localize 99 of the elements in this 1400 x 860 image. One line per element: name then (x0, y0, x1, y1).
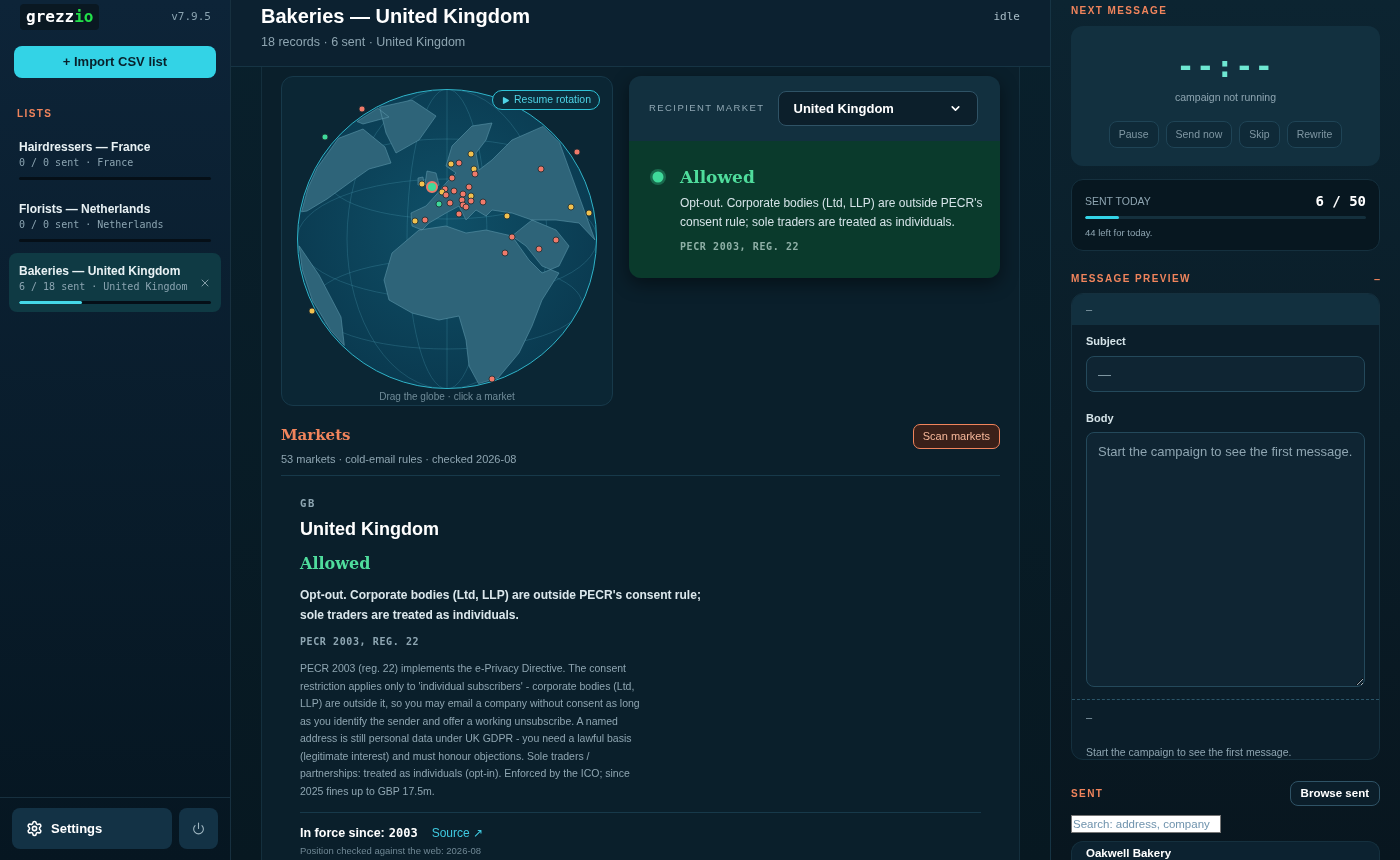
source-link[interactable]: Source ↗ (431, 825, 483, 841)
page-title: Bakeries — United Kingdom (261, 4, 530, 29)
list-name: Bakeries — United Kingdom (19, 263, 181, 279)
market-marker[interactable] (567, 203, 575, 211)
market-marker[interactable] (438, 188, 446, 196)
selected-market-marker[interactable] (426, 181, 438, 193)
sent-item-card[interactable]: Oakwell Bakery (1071, 841, 1380, 860)
next-message-heading: NEXT MESSAGE (1071, 5, 1168, 17)
market-verdict: Allowed (300, 553, 371, 575)
market-marker[interactable] (435, 200, 443, 208)
market-marker[interactable] (471, 170, 479, 178)
message-preview-heading: MESSAGE PREVIEW (1071, 273, 1191, 285)
list-name: Hairdressers — France (19, 139, 151, 155)
market-marker[interactable] (308, 307, 316, 315)
market-summary: Opt-out. Corporate bodies (Ltd, LLP) are outside PECR's consent rule; sole traders are treated as individuals. (300, 587, 702, 624)
recipient-market-label: RECIPIENT MARKET (649, 101, 765, 116)
market-marker[interactable] (358, 105, 366, 113)
market-marker[interactable] (411, 217, 419, 225)
countdown-timer: --:-- (1176, 50, 1275, 84)
market-name: United Kingdom (300, 518, 439, 540)
market-citation: PECR 2003, REG. 22 (300, 636, 420, 648)
market-marker[interactable] (535, 245, 543, 253)
list-item[interactable]: Bakeries — United Kingdom 6 / 18 sent · United Kingdom (9, 253, 221, 312)
sent-heading: SENT (1071, 787, 1104, 800)
market-marker[interactable] (455, 159, 463, 167)
market-marker[interactable] (479, 198, 487, 206)
collapse-button[interactable]: – (1373, 273, 1380, 285)
settings-icon (26, 820, 43, 837)
market-marker[interactable] (467, 197, 475, 205)
market-marker[interactable] (508, 233, 516, 241)
globe-drawing[interactable] (297, 89, 597, 389)
market-marker[interactable] (552, 236, 560, 244)
list-item[interactable]: Hairdressers — France 0 / 0 sent · France (9, 129, 221, 188)
market-marker[interactable] (537, 165, 545, 173)
browse-sent-button[interactable]: Browse sent (1289, 781, 1380, 806)
markets-title: Markets (281, 425, 351, 446)
market-select[interactable]: United Kingdom (777, 91, 978, 126)
markets-subtitle: 53 markets · cold-email rules · checked 2026-08 (281, 452, 517, 466)
market-marker[interactable] (462, 203, 470, 211)
checked-note: Position checked against the web: 2026-08 (300, 845, 482, 856)
market-marker[interactable] (459, 190, 467, 198)
subject-label: Subject (1086, 334, 1126, 348)
preview-footer-text: Start the campaign to see the first message. (1086, 745, 1292, 759)
market-marker[interactable] (488, 375, 496, 383)
globe-caption: Drag the globe · click a market (378, 391, 516, 403)
market-marker[interactable] (573, 148, 581, 156)
lists-heading: LISTS (17, 108, 53, 120)
market-marker[interactable] (321, 133, 329, 141)
market-marker[interactable] (467, 150, 475, 158)
market-marker[interactable] (446, 199, 454, 207)
market-marker[interactable] (470, 165, 478, 173)
sent-item-name: Oakwell Bakery (1086, 846, 1173, 860)
market-marker[interactable] (447, 160, 455, 168)
power-icon (192, 822, 205, 835)
logo: grezzio (20, 4, 100, 30)
list-meta: 0 / 0 sent · Netherlands (19, 218, 164, 232)
list-meta: 6 / 18 sent · United Kingdom (19, 280, 188, 294)
market-marker[interactable] (450, 187, 458, 195)
sent-today-label: SENT TODAY (1085, 194, 1151, 208)
verdict-citation: PECR 2003, REG. 22 (680, 240, 800, 254)
sent-search-input[interactable]: Search: address, company (1071, 815, 1221, 833)
market-marker[interactable] (458, 196, 466, 204)
market-marker[interactable] (455, 210, 463, 218)
verdict-title: Allowed (680, 166, 755, 188)
list-name: Florists — Netherlands (19, 201, 151, 217)
settings-button[interactable]: Settings (12, 808, 172, 849)
status-dot-icon (650, 169, 666, 185)
preview-header-text: – (1086, 302, 1093, 318)
subject-input[interactable]: — (1086, 356, 1365, 392)
market-marker[interactable] (585, 209, 593, 217)
market-marker[interactable] (448, 174, 456, 182)
market-code: GB (300, 497, 316, 509)
preview-footer-dash: – (1086, 710, 1093, 724)
body-label: Body (1086, 411, 1114, 425)
status-label: idle (993, 9, 1020, 23)
market-marker[interactable] (467, 192, 475, 200)
market-marker[interactable] (501, 249, 509, 257)
version-label: v7.9.5 (171, 8, 211, 25)
resume-rotation-button[interactable]: Resume rotation (491, 90, 600, 110)
page-subtitle: 18 records · 6 sent · United Kingdom (261, 34, 466, 50)
market-marker[interactable] (421, 216, 429, 224)
verdict-summary: Opt-out. Corporate bodies (Ltd, LLP) are outside PECR's consent rule; sole traders are treated as individuals. (680, 195, 984, 231)
sent-today-count: 6 / 50 (1315, 192, 1366, 210)
body-textarea[interactable]: Start the campaign to see the first message. (1086, 432, 1365, 687)
in-force-label: In force since: (300, 825, 385, 841)
market-marker[interactable] (503, 212, 511, 220)
import-csv-button[interactable]: + Import CSV list (14, 46, 216, 78)
scan-markets-button[interactable]: Scan markets (912, 424, 1000, 449)
sent-today-remaining: 44 left for today. (1085, 227, 1154, 239)
in-force-year: 2003 (388, 825, 418, 841)
campaign-status: campaign not running (1175, 90, 1276, 104)
play-icon (500, 95, 510, 105)
list-item[interactable]: Florists — Netherlands 0 / 0 sent · Netherlands (9, 191, 221, 250)
market-marker[interactable] (465, 183, 473, 191)
market-marker[interactable] (442, 191, 450, 199)
market-marker[interactable] (418, 180, 426, 188)
market-description: PECR 2003 (reg. 22) implements the e-Privacy Directive. The consent restriction applies only to 'individual subscribers' - corporate bodies (Ltd, LLP) are outside it, so you may email a company without consent as long as you identify the sender and offer a working unsubscribe. A named address is still personal data under UK GDPR - you need a lawful basis (legitimate interest) and must honour objections. Sole traders / partnerships: treated as individuals (opt-in). Enforced by the ICO; since 2025 fines up to GBP 17.5m. (300, 661, 641, 799)
list-meta: 0 / 0 sent · France (19, 156, 134, 170)
power-button[interactable] (179, 808, 218, 849)
